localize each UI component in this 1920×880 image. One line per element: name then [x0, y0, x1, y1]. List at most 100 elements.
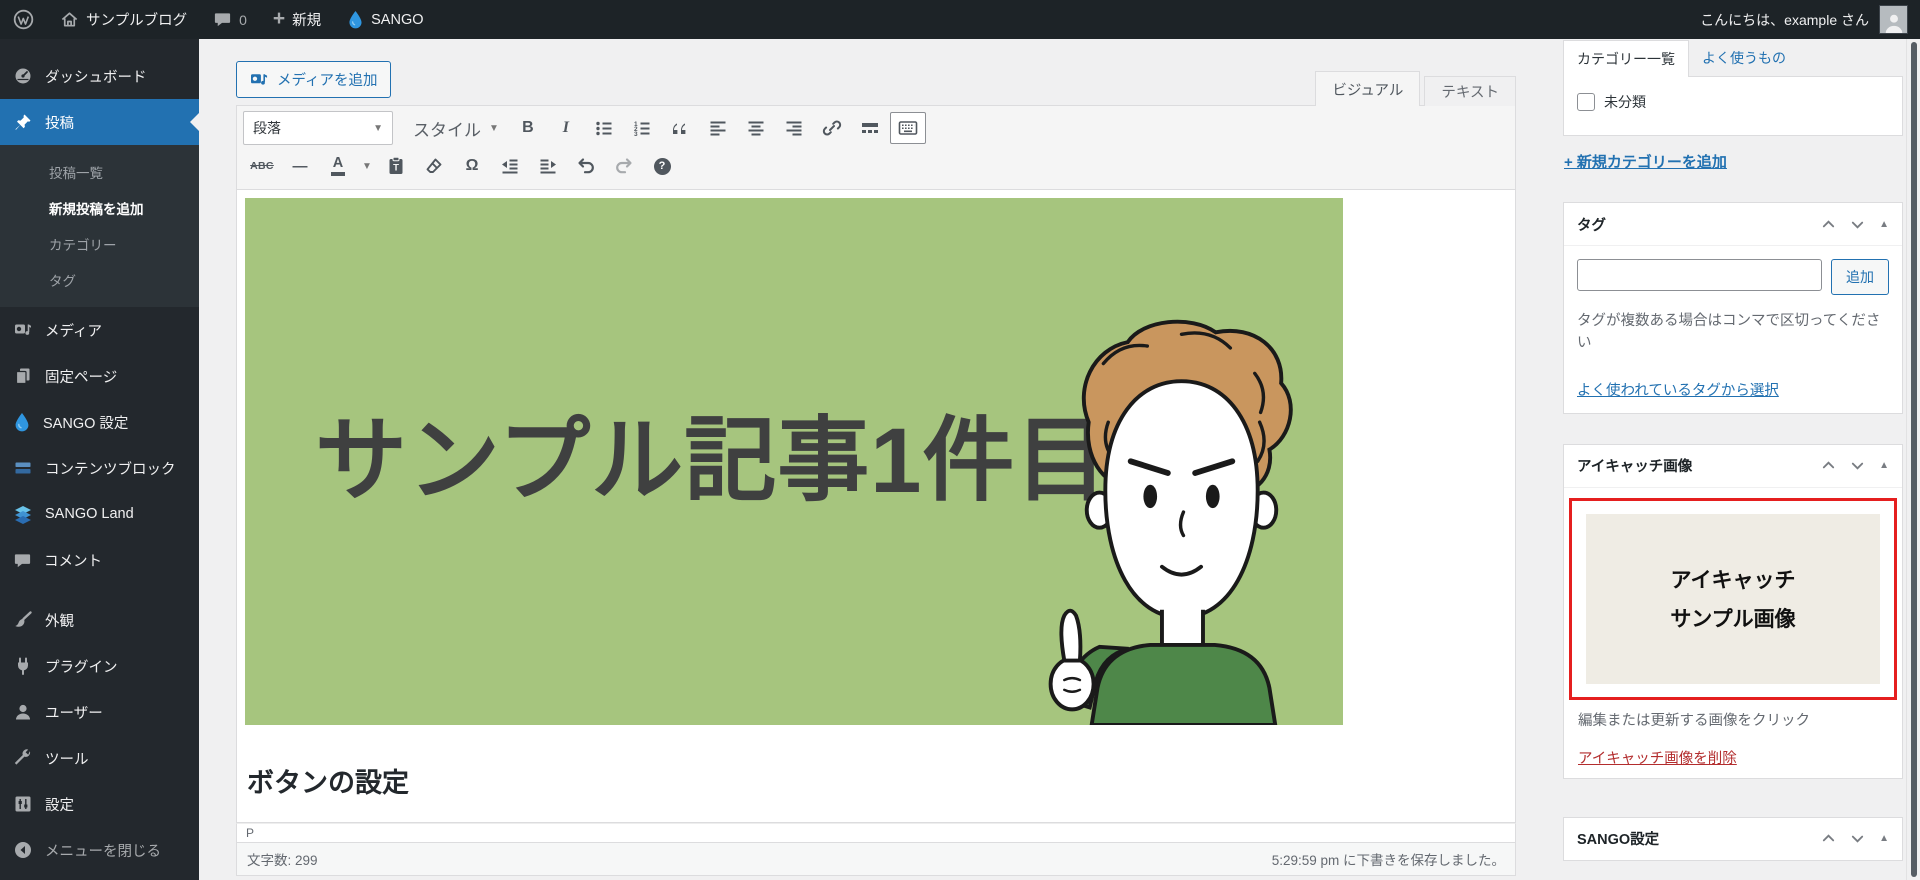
- italic-button[interactable]: I: [548, 112, 584, 144]
- post-settings-column: カテゴリー一覧 よく使うもの 未分類 + 新規カテゴリーを追加 タグ ▲: [1563, 39, 1903, 861]
- sidebar-item-sango-land[interactable]: SANGO Land: [0, 491, 199, 537]
- submenu-add-new-post[interactable]: 新規投稿を追加: [0, 190, 199, 226]
- sidebar-item-settings[interactable]: 設定: [0, 781, 199, 827]
- collapse-panel-icon[interactable]: ▲: [1879, 833, 1889, 844]
- special-character-button[interactable]: Ω: [454, 150, 490, 182]
- align-left-button[interactable]: [700, 112, 736, 144]
- horizontal-rule-glyph: —: [293, 158, 308, 175]
- element-path[interactable]: P: [246, 826, 254, 840]
- align-center-button[interactable]: [738, 112, 774, 144]
- howdy-greeting[interactable]: こんにちは、example さん: [1700, 10, 1869, 30]
- redo-button[interactable]: [606, 150, 642, 182]
- clear-formatting-button[interactable]: [416, 150, 452, 182]
- help-button[interactable]: ?: [644, 150, 680, 182]
- new-content-menu[interactable]: + 新規: [260, 0, 334, 39]
- numbered-list-button[interactable]: 123: [624, 112, 660, 144]
- text-color-caret-button[interactable]: ▼: [358, 150, 376, 182]
- tags-help-text: タグが複数ある場合はコンマで区切ってください: [1577, 310, 1889, 355]
- move-down-icon[interactable]: [1850, 831, 1865, 846]
- editor-status-bar: 文字数: 299 5:29:59 pm に下書きを保存しました。: [236, 843, 1516, 876]
- content-blocks-icon: [13, 458, 33, 478]
- undo-icon: [575, 155, 597, 177]
- categories-tabs: カテゴリー一覧 よく使うもの: [1563, 39, 1903, 76]
- page-scrollbar[interactable]: [1906, 39, 1920, 880]
- wordpress-logo-menu[interactable]: [0, 0, 47, 39]
- sidebar-item-posts[interactable]: 投稿: [0, 99, 199, 145]
- add-media-label: メディアを追加: [277, 69, 377, 90]
- move-down-icon[interactable]: [1850, 217, 1865, 232]
- tags-panel-title: タグ: [1577, 214, 1606, 235]
- sidebar-label-sango-land: SANGO Land: [45, 506, 134, 522]
- add-tag-button[interactable]: 追加: [1831, 259, 1889, 295]
- collapse-panel-icon[interactable]: ▲: [1879, 460, 1889, 471]
- outdent-button[interactable]: [492, 150, 528, 182]
- sidebar-item-content-blocks[interactable]: コンテンツブロック: [0, 445, 199, 491]
- blockquote-button[interactable]: [662, 112, 698, 144]
- sango-droplet-icon: [347, 10, 364, 29]
- comment-bubble-icon: [213, 10, 232, 29]
- move-up-icon[interactable]: [1821, 831, 1836, 846]
- horizontal-rule-button[interactable]: —: [282, 150, 318, 182]
- toolbar-toggle-button[interactable]: [890, 112, 926, 144]
- strikethrough-button[interactable]: ABC: [244, 150, 280, 182]
- bullet-list-button[interactable]: [586, 112, 622, 144]
- sango-menu[interactable]: SANGO: [334, 0, 436, 39]
- sidebar-item-users[interactable]: ユーザー: [0, 689, 199, 735]
- pages-icon: [13, 366, 33, 386]
- comments-menu[interactable]: 0: [200, 0, 260, 39]
- submenu-categories[interactable]: カテゴリー: [0, 226, 199, 262]
- avatar[interactable]: [1879, 5, 1908, 34]
- link-button[interactable]: [814, 112, 850, 144]
- add-new-category-link[interactable]: + 新規カテゴリーを追加: [1564, 151, 1727, 172]
- bold-button[interactable]: B: [510, 112, 546, 144]
- editor-path-bar: P: [236, 823, 1516, 843]
- tab-text[interactable]: テキスト: [1424, 76, 1516, 106]
- annotation-red-box: アイキャッチ サンプル画像: [1569, 498, 1897, 700]
- indent-button[interactable]: [530, 150, 566, 182]
- plugin-icon: [13, 656, 33, 676]
- read-more-button[interactable]: [852, 112, 888, 144]
- featured-image-thumbnail[interactable]: アイキャッチ サンプル画像: [1586, 514, 1880, 684]
- paste-as-text-button[interactable]: T: [378, 150, 414, 182]
- menu-separator: [0, 583, 199, 597]
- home-icon: [60, 10, 79, 29]
- bullet-list-icon: [593, 117, 615, 139]
- move-up-icon[interactable]: [1821, 217, 1836, 232]
- sidebar-item-media[interactable]: メディア: [0, 307, 199, 353]
- sidebar-item-sango-settings[interactable]: SANGO 設定: [0, 399, 199, 445]
- move-up-icon[interactable]: [1821, 458, 1836, 473]
- sidebar-item-appearance[interactable]: 外観: [0, 597, 199, 643]
- wordpress-icon: [13, 9, 34, 30]
- post-content-image[interactable]: サンプル記事1件目: [245, 198, 1343, 725]
- editor-body[interactable]: サンプル記事1件目: [236, 190, 1516, 823]
- new-tag-input[interactable]: [1577, 259, 1822, 291]
- move-down-icon[interactable]: [1850, 458, 1865, 473]
- text-color-button[interactable]: A: [320, 150, 356, 182]
- sidebar-item-comments[interactable]: コメント: [0, 537, 199, 583]
- site-name-menu[interactable]: サンプルブログ: [47, 0, 200, 39]
- remove-featured-image-link[interactable]: アイキャッチ画像を削除: [1578, 747, 1737, 768]
- sidebar-label-settings: 設定: [45, 794, 74, 815]
- submenu-all-posts[interactable]: 投稿一覧: [0, 154, 199, 190]
- featured-image-text-line2: サンプル画像: [1670, 603, 1795, 633]
- submenu-tags[interactable]: タグ: [0, 262, 199, 298]
- sango-land-icon: [13, 504, 33, 524]
- uncategorized-checkbox[interactable]: [1577, 93, 1595, 111]
- posts-submenu: 投稿一覧 新規投稿を追加 カテゴリー タグ: [0, 145, 199, 307]
- sidebar-item-dashboard[interactable]: ダッシュボード: [0, 53, 199, 99]
- tab-visual[interactable]: ビジュアル: [1315, 71, 1420, 106]
- align-right-button[interactable]: [776, 112, 812, 144]
- tab-all-categories[interactable]: カテゴリー一覧: [1563, 40, 1689, 77]
- sidebar-item-tools[interactable]: ツール: [0, 735, 199, 781]
- paragraph-dropdown[interactable]: 段落 ▼: [243, 111, 393, 145]
- choose-from-most-used-link[interactable]: よく使われているタグから選択: [1577, 379, 1779, 400]
- sidebar-item-plugins[interactable]: プラグイン: [0, 643, 199, 689]
- collapse-menu-button[interactable]: メニューを閉じる: [0, 827, 199, 873]
- collapse-panel-icon[interactable]: ▲: [1879, 219, 1889, 230]
- scrollbar-thumb[interactable]: [1911, 42, 1917, 877]
- styles-dropdown[interactable]: スタイル ▼: [403, 113, 509, 143]
- add-media-button[interactable]: メディアを追加: [236, 61, 391, 98]
- sidebar-item-pages[interactable]: 固定ページ: [0, 353, 199, 399]
- undo-button[interactable]: [568, 150, 604, 182]
- tab-most-used[interactable]: よく使うもの: [1689, 40, 1799, 76]
